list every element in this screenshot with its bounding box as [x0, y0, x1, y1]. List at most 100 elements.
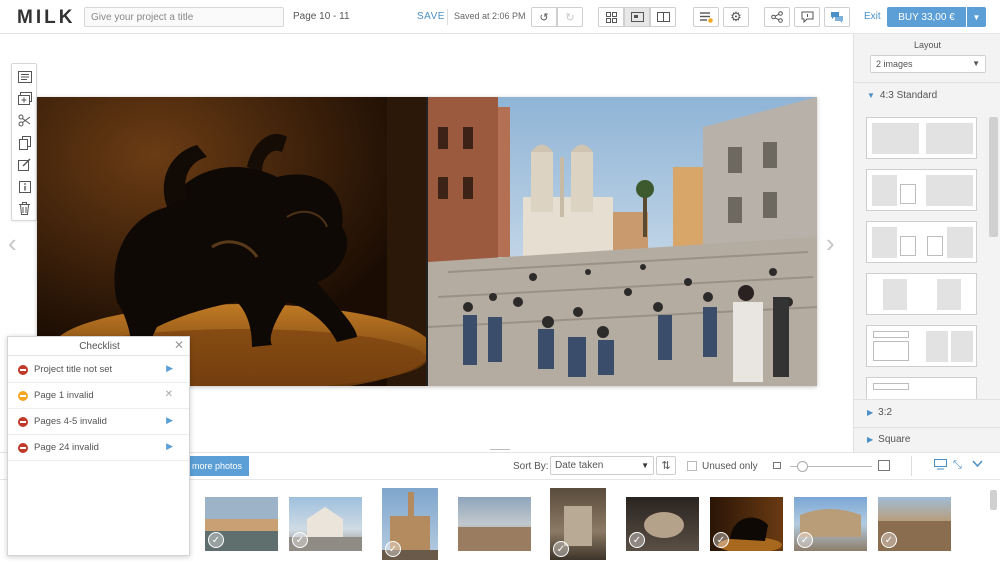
section-standard[interactable]: ▼ 4:3 Standard — [867, 90, 937, 101]
photo-thumbnail[interactable]: ✓ — [205, 497, 278, 551]
layout-slot — [951, 331, 973, 362]
unused-only-checkbox[interactable] — [687, 461, 697, 471]
layout-option-1[interactable] — [866, 117, 977, 159]
add-page-tool[interactable] — [15, 89, 34, 108]
chat-button[interactable] — [824, 7, 850, 27]
info-icon — [18, 180, 31, 193]
next-page-arrow[interactable]: › — [826, 228, 835, 259]
photo-thumbnail[interactable]: ✓ — [382, 488, 438, 560]
strip-layout-button[interactable] — [934, 459, 947, 473]
settings-button[interactable]: ⚙ — [723, 7, 749, 27]
unused-only-label: Unused only — [702, 461, 758, 472]
divider — [447, 9, 448, 25]
divider — [911, 456, 912, 476]
photo-thumbnail[interactable]: ✓ — [626, 497, 699, 551]
monitor-icon — [934, 459, 947, 470]
used-check-icon: ✓ — [629, 532, 645, 548]
copy-tool[interactable] — [15, 133, 34, 152]
divider — [854, 399, 1000, 400]
zoom-slider-handle[interactable] — [797, 461, 808, 472]
crop-tool[interactable] — [15, 111, 34, 130]
text-tool[interactable] — [15, 67, 34, 86]
project-title-input[interactable] — [84, 7, 284, 27]
go-to-arrow-icon[interactable]: ▶ — [166, 441, 173, 452]
layout-slot — [872, 175, 897, 206]
go-to-arrow-icon[interactable]: ▶ — [166, 363, 173, 374]
checklist-item[interactable]: Page 24 invalid ▶ — [8, 435, 189, 461]
layout-option-4[interactable] — [866, 273, 977, 315]
expand-strip-button[interactable]: ⤡ — [953, 459, 962, 472]
layout-slot — [900, 236, 916, 256]
checklist-item[interactable]: Project title not set ▶ — [8, 357, 189, 383]
logo[interactable]: MILK — [17, 7, 75, 29]
layout-slot — [873, 331, 909, 338]
zoom-out-icon[interactable] — [773, 462, 781, 469]
editor-app: MILK Page 10 - 11 SAVE Saved at 2:06 PM … — [0, 0, 1000, 563]
layout-options — [854, 109, 1000, 399]
used-check-icon: ✓ — [208, 532, 224, 548]
spread-view-button[interactable] — [624, 7, 650, 27]
layout-option-2[interactable] — [866, 169, 977, 211]
undo-button[interactable]: ↺ — [531, 7, 557, 27]
photo-thumbnail[interactable]: ✓ — [878, 497, 951, 551]
section-square[interactable]: ▶ Square — [867, 434, 910, 445]
checklist-item[interactable]: Page 1 invalid ✕ — [8, 383, 189, 409]
checklist-item[interactable]: Pages 4-5 invalid ▶ — [8, 409, 189, 435]
layout-scrollbar-thumb[interactable] — [989, 117, 998, 237]
share-button[interactable] — [764, 7, 790, 27]
exit-link[interactable]: Exit — [864, 11, 881, 22]
redo-button[interactable]: ↻ — [557, 7, 583, 27]
used-check-icon: ✓ — [881, 532, 897, 548]
photo-thumbnail[interactable]: ✓ — [710, 497, 783, 551]
layout-option-5[interactable] — [866, 325, 977, 367]
chevron-down-icon: ▼ — [867, 91, 875, 100]
page-right-photo[interactable] — [428, 97, 817, 386]
checklist-item-label: Page 1 invalid — [34, 390, 94, 401]
error-icon — [18, 443, 28, 453]
close-icon[interactable]: ✕ — [174, 338, 184, 352]
sort-direction-button[interactable]: ⇅ — [656, 456, 676, 475]
photo-thumbnail[interactable]: ✓ — [794, 497, 867, 551]
layout-option-6[interactable] — [866, 377, 977, 399]
photo-thumbnail[interactable]: ✓ — [550, 488, 606, 560]
error-icon — [18, 365, 28, 375]
photo-thumbnail[interactable] — [458, 497, 531, 551]
add-more-photos-button[interactable]: more photos — [185, 456, 249, 476]
book-view-button[interactable] — [650, 7, 676, 27]
divider — [854, 427, 1000, 428]
checklist-title-text: Checklist — [79, 341, 120, 352]
save-button[interactable]: SAVE — [417, 11, 445, 22]
layout-slot — [900, 184, 916, 204]
layout-slot — [937, 279, 961, 310]
edit-tool[interactable] — [15, 155, 34, 174]
zoom-in-icon[interactable] — [878, 460, 890, 471]
checklist-item-label: Project title not set — [34, 364, 113, 375]
collapse-strip-button[interactable] — [972, 459, 983, 471]
grid-view-button[interactable] — [598, 7, 624, 27]
sort-select[interactable]: Date taken ▼ — [550, 456, 654, 475]
photo-thumbnail[interactable]: ✓ — [289, 497, 362, 551]
comment-button[interactable] — [794, 7, 820, 27]
previous-page-arrow[interactable]: ‹ — [8, 228, 17, 259]
layout-slot — [926, 331, 948, 362]
buy-button[interactable]: BUY 33,00 € — [887, 7, 966, 27]
dismiss-icon[interactable]: ✕ — [165, 389, 173, 400]
layout-slot — [872, 123, 919, 154]
strip-scrollbar-thumb[interactable] — [990, 490, 997, 510]
buy-options-button[interactable]: ▼ — [967, 7, 986, 27]
checklist-item-label: Page 24 invalid — [34, 442, 99, 453]
delete-tool[interactable] — [15, 199, 34, 218]
section-3-2[interactable]: ▶ 3:2 — [867, 407, 892, 418]
image-count-select[interactable]: 2 images ▼ — [870, 55, 986, 73]
info-tool[interactable] — [15, 177, 34, 196]
page-tools — [11, 63, 37, 221]
add-page-icon — [17, 92, 32, 105]
go-to-arrow-icon[interactable]: ▶ — [166, 415, 173, 426]
used-check-icon: ✓ — [385, 541, 401, 557]
grid-view-icon — [605, 11, 617, 23]
checklist-button[interactable] — [693, 7, 719, 27]
settings-icon: ⚙ — [730, 9, 742, 24]
layout-slot — [947, 227, 973, 258]
layout-option-3[interactable] — [866, 221, 977, 263]
used-check-icon: ✓ — [553, 541, 569, 557]
